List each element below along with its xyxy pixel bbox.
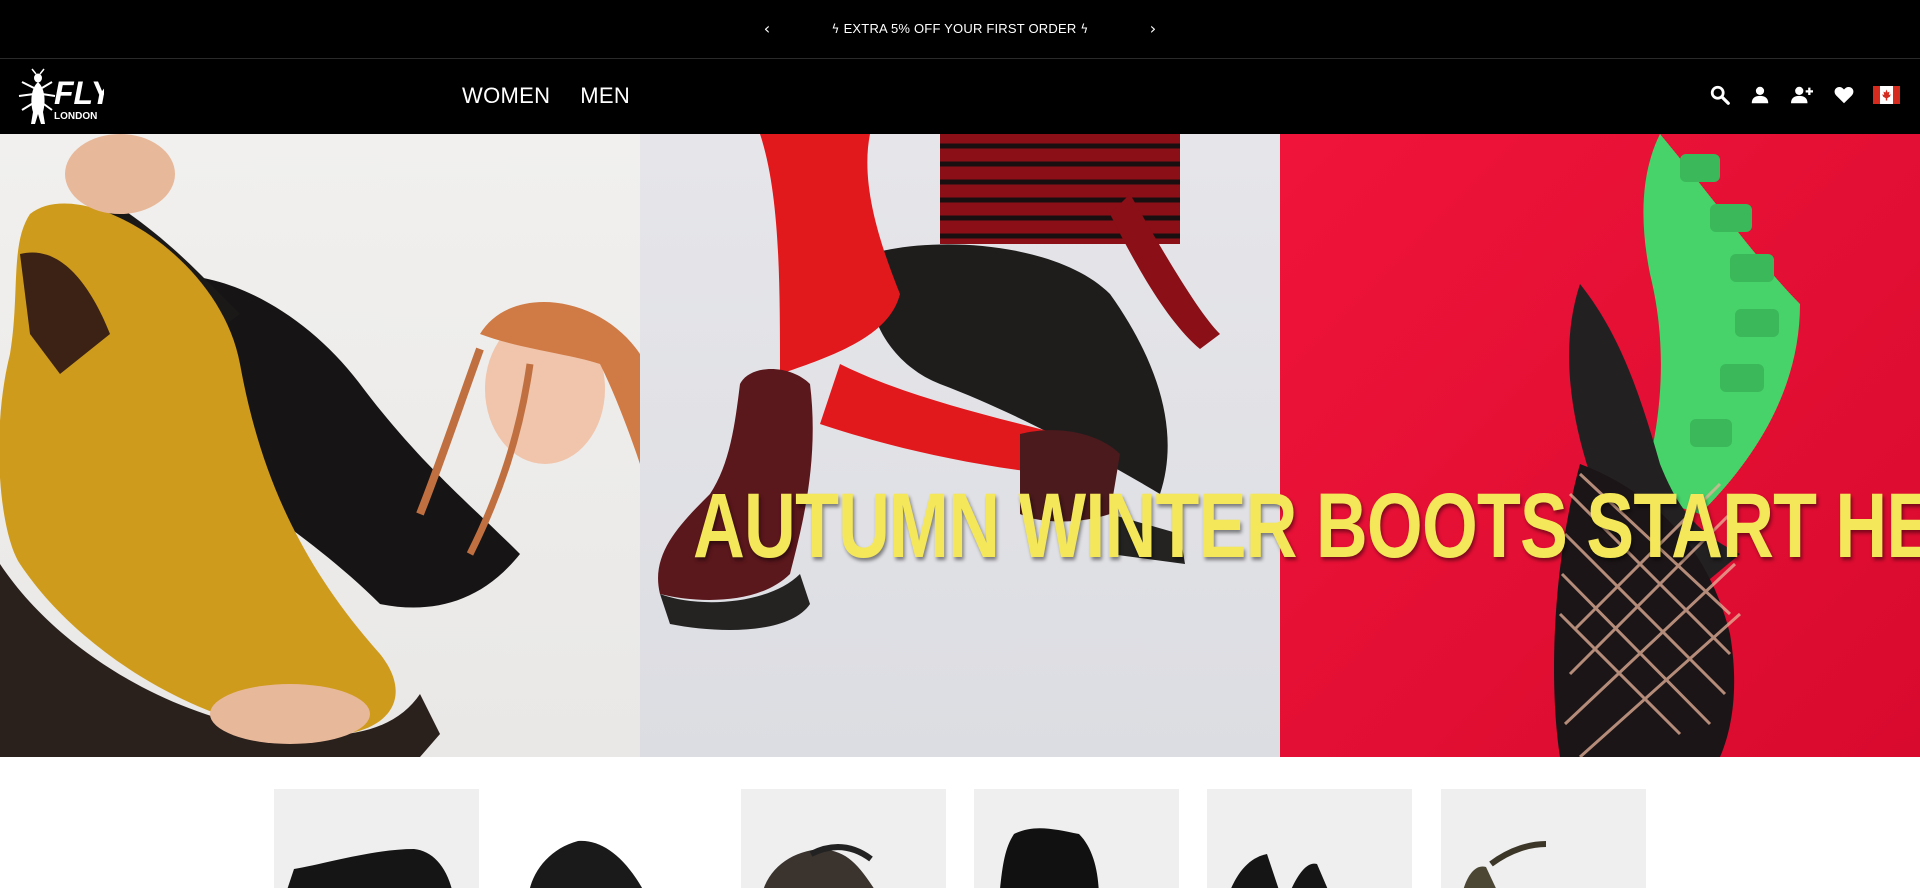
canada-flag-icon[interactable]: [1873, 86, 1900, 104]
product-strip: [0, 757, 1920, 888]
product-thumbnail-black-shoe[interactable]: [508, 789, 713, 888]
product-thumbnail-black-loafer-pair[interactable]: [1207, 789, 1412, 888]
product-thumbnail-black-chelsea-boot[interactable]: [974, 789, 1179, 888]
fly-london-logo[interactable]: FLY LONDON: [14, 68, 104, 126]
nav-item-men[interactable]: MEN: [580, 83, 630, 109]
hero-banner[interactable]: AUTUMN WINTER BOOTS START HERE...: [0, 134, 1920, 757]
svg-text:LONDON: LONDON: [54, 111, 97, 122]
search-icon[interactable]: [1709, 84, 1731, 106]
lightning-bolt-icon: ϟ: [831, 22, 840, 36]
header-icons: [1709, 84, 1900, 106]
hero-image-green-sole: [1280, 134, 1920, 757]
site-header: FLY LONDON WOMEN MEN: [0, 59, 1920, 134]
main-nav: WOMEN MEN: [462, 83, 630, 109]
hero-image-yellow-boot: [0, 134, 640, 757]
svg-text:FLY: FLY: [54, 75, 104, 111]
announcement-text: EXTRA 5% OFF YOUR FIRST ORDER: [843, 21, 1077, 36]
hero-image-red-tights: [640, 134, 1280, 757]
announcement-message[interactable]: ϟ EXTRA 5% OFF YOUR FIRST ORDER ϟ: [0, 21, 1920, 37]
product-thumbnail-bronze-mary-jane[interactable]: [741, 789, 946, 888]
chevron-right-icon[interactable]: ›: [1143, 18, 1163, 40]
wishlist-icon[interactable]: [1833, 84, 1855, 106]
nav-item-women[interactable]: WOMEN: [462, 83, 550, 109]
product-thumbnail-olive-mary-jane[interactable]: [1441, 789, 1646, 888]
product-thumbnail-black-loafer[interactable]: [274, 789, 479, 888]
announcement-bar: ‹ ϟ EXTRA 5% OFF YOUR FIRST ORDER ϟ ›: [0, 0, 1920, 59]
account-icon[interactable]: [1749, 84, 1771, 106]
register-icon[interactable]: [1789, 84, 1815, 106]
hero-headline: AUTUMN WINTER BOOTS START HERE...: [693, 475, 1920, 577]
lightning-bolt-icon: ϟ: [1080, 22, 1089, 36]
